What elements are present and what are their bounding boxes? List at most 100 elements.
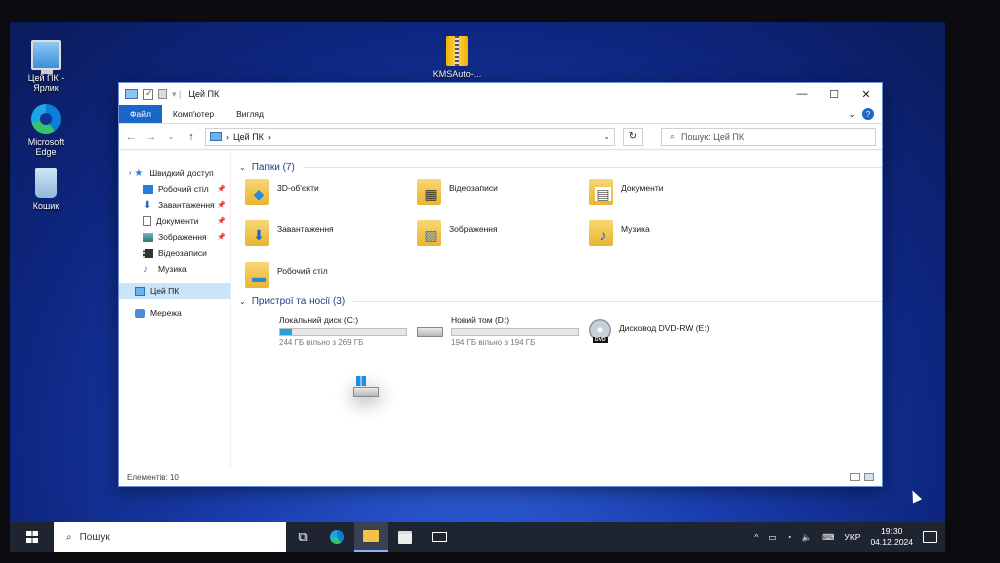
- folder-icon: ▤: [589, 179, 613, 205]
- desktop-icon-edge[interactable]: Microsoft Edge: [18, 104, 74, 157]
- address-dropdown-icon[interactable]: ⌄: [603, 132, 610, 141]
- help-icon[interactable]: ?: [862, 108, 874, 120]
- taskbar-store[interactable]: [388, 522, 422, 552]
- picture-icon: ▨: [424, 227, 438, 244]
- sidebar-item-network[interactable]: Мережа: [119, 305, 230, 321]
- tab-view[interactable]: Вигляд: [225, 105, 275, 123]
- sidebar-item-documents[interactable]: Документи 📌: [119, 213, 230, 229]
- computer-icon: [125, 89, 138, 99]
- explorer-window: ▾ | Цей ПК — ☐ ✕ Файл Комп'ютер Вигляд ⌄…: [118, 82, 883, 487]
- desktop-icon-this-pc-shortcut[interactable]: Цей ПК - Ярлик: [18, 40, 74, 93]
- quick-access-dropdown-icon[interactable]: ▾ |: [172, 89, 181, 100]
- drive-c[interactable]: Локальний диск (C:) 244 ГБ вільно з 269 …: [245, 315, 417, 397]
- drive-e-dvd[interactable]: DVD Дисковод DVD-RW (E:): [589, 315, 829, 347]
- pin-icon: 📌: [217, 234, 226, 241]
- navigation-bar: ← → ⌄ ↑ › Цей ПК › ⌄ ↻ ⌕ Пошук: Цей ПК: [119, 124, 882, 150]
- desktop-icon: ▬: [252, 268, 266, 285]
- tiles-view-icon[interactable]: [864, 473, 874, 481]
- sidebar-item-desktop[interactable]: Робочий стіл 📌: [119, 181, 230, 197]
- folder-icon: ⬇: [245, 220, 269, 247]
- video-icon: [143, 248, 153, 258]
- sidebar-item-label: Цей ПК: [150, 286, 180, 296]
- edge-icon: [330, 530, 344, 544]
- desktop-icon-recycle-bin[interactable]: Кошик: [18, 168, 74, 211]
- maximize-button[interactable]: ☐: [818, 83, 850, 105]
- forward-button[interactable]: →: [145, 131, 157, 143]
- close-button[interactable]: ✕: [850, 83, 882, 105]
- taskbar-search-input[interactable]: ⌕ Пошук: [54, 522, 286, 552]
- chevron-down-icon[interactable]: ⌄: [239, 163, 246, 172]
- minimize-button[interactable]: —: [786, 83, 818, 105]
- sidebar-item-pictures[interactable]: Зображення 📌: [119, 229, 230, 245]
- taskbar-mail[interactable]: [422, 522, 456, 552]
- taskbar: ⌕ Пошук ⧉ ^ ▭ ◔ 🔈 ⌨ УКР 19:30 04.12.2024: [10, 522, 945, 552]
- drive-d[interactable]: Новий том (D:) 194 ГБ вільно з 194 ГБ: [417, 315, 589, 347]
- sidebar-item-music[interactable]: ♪ Музика: [119, 261, 230, 277]
- taskbar-file-explorer[interactable]: [354, 522, 388, 552]
- folder-3d-objects[interactable]: ◆ 3D-об'єкти: [245, 179, 417, 207]
- tab-computer[interactable]: Комп'ютер: [162, 105, 225, 123]
- refresh-button[interactable]: ↻: [623, 127, 643, 146]
- desktop: Цей ПК - Ярлик Microsoft Edge Кошик KMSA…: [10, 22, 945, 552]
- chevron-down-icon[interactable]: ⌄: [239, 297, 246, 306]
- clock[interactable]: 19:30 04.12.2024: [870, 526, 913, 548]
- recent-locations-button[interactable]: ⌄: [165, 132, 177, 141]
- notification-icon[interactable]: [923, 531, 937, 543]
- folder-label: Музика: [621, 224, 650, 235]
- folder-label: Зображення: [449, 224, 498, 235]
- folder-downloads[interactable]: ⬇ Завантаження: [245, 220, 417, 248]
- folders-group-header[interactable]: ⌄ Папки (7): [239, 159, 882, 175]
- back-button[interactable]: ←: [125, 131, 137, 143]
- folder-documents[interactable]: ▤ Документи: [589, 179, 761, 207]
- task-view-button[interactable]: ⧉: [286, 522, 320, 552]
- document-icon: ▤: [595, 186, 611, 202]
- expand-icon[interactable]: ›: [129, 170, 131, 177]
- tab-file[interactable]: Файл: [119, 105, 162, 123]
- folder-label: Відеозаписи: [449, 183, 498, 193]
- new-folder-icon[interactable]: [158, 89, 167, 99]
- title-bar[interactable]: ▾ | Цей ПК — ☐ ✕: [119, 83, 882, 105]
- dvd-drive-icon: DVD: [589, 319, 611, 343]
- window-controls: — ☐ ✕: [786, 83, 882, 105]
- sidebar-item-quick-access[interactable]: › ★ Швидкий доступ: [119, 165, 230, 181]
- folder-videos[interactable]: ▦ Відеозаписи: [417, 179, 589, 207]
- start-button[interactable]: [10, 522, 54, 552]
- network-icon[interactable]: ◔: [786, 532, 791, 542]
- tray-chevron-icon[interactable]: ^: [754, 532, 758, 542]
- details-view-icon[interactable]: [850, 473, 860, 481]
- windows-drive-icon: [353, 376, 379, 397]
- star-icon: ★: [134, 167, 144, 179]
- edge-icon: [31, 104, 61, 134]
- folder-desktop[interactable]: ▬ Робочий стіл: [245, 261, 417, 290]
- language-indicator[interactable]: УКР: [844, 532, 860, 542]
- sidebar-item-downloads[interactable]: ⬇ Завантаження 📌: [119, 197, 230, 213]
- pin-icon: 📌: [217, 202, 226, 209]
- volume-icon[interactable]: 🔈: [802, 532, 813, 543]
- folder-music[interactable]: ♪ Музика: [589, 220, 761, 248]
- address-bar[interactable]: › Цей ПК › ⌄: [205, 127, 615, 146]
- desktop-icon-label: Цей ПК - Ярлик: [27, 73, 65, 93]
- sidebar-item-videos[interactable]: Відеозаписи: [119, 245, 230, 261]
- taskbar-edge[interactable]: [320, 522, 354, 552]
- devices-group-header[interactable]: ⌄ Пристрої та носії (3): [239, 293, 882, 309]
- up-button[interactable]: ↑: [185, 131, 197, 143]
- clock-date: 04.12.2024: [870, 537, 913, 547]
- keyboard-icon[interactable]: ⌨: [822, 532, 834, 543]
- search-input[interactable]: ⌕ Пошук: Цей ПК: [661, 127, 876, 146]
- address-separator[interactable]: ›: [226, 132, 229, 142]
- group-divider: [353, 300, 882, 302]
- dvd-badge: DVD: [593, 337, 608, 343]
- security-icon[interactable]: ▭: [768, 532, 776, 543]
- desktop-icon-kmsauto[interactable]: KMSAuto-...: [422, 36, 492, 79]
- sidebar-item-this-pc[interactable]: Цей ПК: [119, 283, 230, 299]
- properties-icon[interactable]: [143, 88, 153, 100]
- address-segment[interactable]: Цей ПК: [233, 132, 264, 142]
- store-icon: [398, 530, 412, 544]
- group-title: Папки (7): [251, 161, 295, 173]
- sidebar-item-label: Відеозаписи: [158, 248, 207, 258]
- computer-icon: [210, 132, 222, 141]
- ribbon-collapse-icon[interactable]: ⌄: [848, 109, 856, 120]
- address-separator[interactable]: ›: [268, 132, 271, 142]
- folder-pictures[interactable]: ▨ Зображення: [417, 220, 589, 248]
- task-view-icon: ⧉: [298, 529, 308, 544]
